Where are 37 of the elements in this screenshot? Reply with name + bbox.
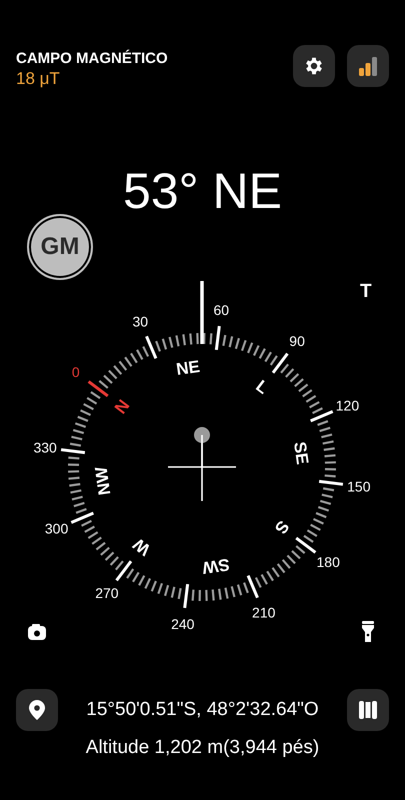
location-pin-icon[interactable]	[28, 699, 46, 721]
degree-label: 60	[213, 302, 230, 318]
direction-label: L	[252, 376, 272, 398]
camera-icon[interactable]	[27, 624, 47, 642]
degree-label: 240	[171, 616, 194, 632]
heading-marker	[200, 281, 204, 344]
map-button[interactable]	[346, 689, 389, 731]
heading-readout: 53° NE	[123, 163, 282, 219]
map-icon[interactable]	[356, 699, 379, 721]
calibration-badge[interactable]: GM	[27, 214, 93, 280]
location-button[interactable]	[16, 689, 58, 731]
true-north-toggle[interactable]: T	[360, 281, 372, 303]
degree-label: 0	[72, 364, 80, 380]
degree-label: 30	[132, 314, 148, 330]
degree-label: 150	[347, 478, 370, 494]
degree-label: 90	[289, 332, 305, 349]
coordinates-text: 15°50'0.51"S, 48°2'32.64"O	[86, 699, 319, 721]
direction-label: SE	[290, 440, 312, 466]
degree-label: 210	[252, 604, 276, 620]
degree-label: 180	[316, 554, 340, 570]
degree-label: 270	[95, 585, 119, 602]
direction-label: NW	[92, 466, 114, 496]
direction-label: NE	[175, 356, 202, 380]
signal-button[interactable]	[347, 45, 389, 87]
degree-label: 330	[34, 440, 57, 456]
field-title: CAMPO MAGNÉTICO	[16, 50, 168, 67]
altitude-text: Altitude 1,202 m(3,944 pés)	[86, 737, 320, 759]
direction-label: S	[270, 516, 293, 538]
direction-label: N	[110, 396, 134, 418]
direction-label: W	[130, 534, 154, 560]
field-value: 18 μT	[16, 69, 61, 89]
settings-button[interactable]	[293, 45, 335, 87]
degree-label: 300	[44, 520, 68, 537]
degree-label: 120	[336, 397, 360, 414]
direction-label: SW	[201, 554, 231, 578]
flashlight-icon[interactable]	[361, 621, 375, 643]
signal-bars-icon[interactable]	[357, 55, 379, 77]
